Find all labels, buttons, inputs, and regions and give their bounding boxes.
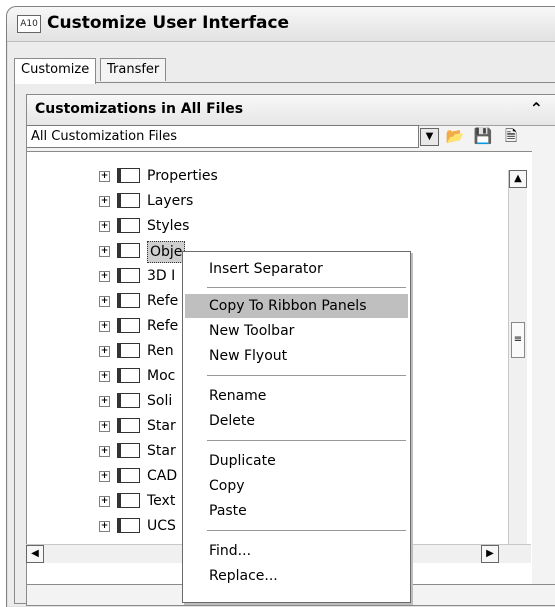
expand-icon[interactable]: + <box>99 396 110 407</box>
expand-icon[interactable]: + <box>99 296 110 307</box>
tree-item-label: CAD <box>147 468 178 484</box>
menu-item-find[interactable]: Find... <box>185 539 408 563</box>
open-folder-icon[interactable]: 📂 <box>445 127 465 145</box>
tree-item-label: Refe <box>147 318 179 334</box>
autocad-app-icon: A10 <box>17 15 41 33</box>
tree-item-label: Properties <box>147 168 218 184</box>
expand-icon[interactable]: + <box>99 346 110 357</box>
toolbar-icon <box>117 393 140 408</box>
toolbar-icon <box>117 193 140 208</box>
tree-item-label: Star <box>147 443 176 459</box>
menu-item-delete[interactable]: Delete <box>185 409 408 433</box>
load-partial-icon[interactable]: 🗎 <box>501 127 521 145</box>
expand-icon[interactable]: + <box>99 446 110 457</box>
menu-item-insert-separator[interactable]: Insert Separator <box>185 257 408 281</box>
menu-item-new-flyout[interactable]: New Flyout <box>185 344 408 368</box>
expand-icon[interactable]: + <box>99 221 110 232</box>
scroll-left-icon[interactable]: ◀ <box>26 545 44 563</box>
tree-item-label: Obje <box>147 241 186 263</box>
toolbar-icon <box>117 243 140 258</box>
menu-separator <box>207 530 406 531</box>
expand-icon[interactable]: + <box>99 321 110 332</box>
title-bar: A10 Customize User Interface <box>7 7 555 42</box>
tree-item-label: Moc <box>147 368 176 384</box>
toolbar-icon <box>117 418 140 433</box>
toolbar-icon <box>117 318 140 333</box>
menu-separator <box>207 375 406 376</box>
tree-item-label: UCS <box>147 518 176 534</box>
expand-icon[interactable]: + <box>99 371 110 382</box>
tab-customize[interactable]: Customize <box>14 58 97 84</box>
vertical-scrollbar[interactable]: ▲ ≡ ▼ <box>508 170 527 562</box>
context-menu: Insert Separator Copy To Ribbon Panels N… <box>182 251 411 603</box>
toolbar-icon <box>117 168 140 183</box>
window-title: Customize User Interface <box>47 13 290 33</box>
tree-item-label: Styles <box>147 218 190 234</box>
expand-icon[interactable]: + <box>99 171 110 182</box>
tree-item-label: Soli <box>147 393 173 409</box>
toolbar-icon <box>117 218 140 233</box>
toolbar-icon <box>117 293 140 308</box>
save-icon[interactable]: 💾 <box>473 127 493 145</box>
panel-header: Customizations in All Files ⌃ <box>27 95 555 126</box>
tab-transfer[interactable]: Transfer <box>100 58 167 81</box>
scroll-right-icon[interactable]: ▶ <box>481 545 499 563</box>
toolbar-icon <box>117 468 140 483</box>
tree-item-label: Layers <box>147 193 194 209</box>
menu-separator <box>207 287 406 288</box>
tree-item-label: 3D I <box>147 268 176 284</box>
expand-icon[interactable]: + <box>99 196 110 207</box>
expand-icon[interactable]: + <box>99 521 110 532</box>
menu-item-copy[interactable]: Copy <box>185 474 408 498</box>
expand-icon[interactable]: + <box>99 421 110 432</box>
toolbar-icon <box>117 443 140 458</box>
tree-item-label: Ren <box>147 343 174 359</box>
double-chevron-up-icon[interactable]: ⌃ <box>530 99 543 118</box>
toolbar-icon <box>117 368 140 383</box>
menu-separator <box>207 440 406 441</box>
panel-title: Customizations in All Files <box>35 101 244 117</box>
toolbar-icon <box>117 268 140 283</box>
expand-icon[interactable]: + <box>99 496 110 507</box>
menu-item-new-toolbar[interactable]: New Toolbar <box>185 319 408 343</box>
menu-item-copy-to-ribbon-panels[interactable]: Copy To Ribbon Panels <box>185 294 408 318</box>
scroll-thumb[interactable]: ≡ <box>511 322 525 358</box>
expand-icon[interactable]: + <box>99 271 110 282</box>
tree-item-label: Text <box>147 493 176 509</box>
chevron-down-icon[interactable]: ▼ <box>420 128 439 146</box>
toolbar-icon <box>117 343 140 358</box>
tree-item-label: Star <box>147 418 176 434</box>
expand-icon[interactable]: + <box>99 246 110 257</box>
menu-item-rename[interactable]: Rename <box>185 384 408 408</box>
expand-icon[interactable]: + <box>99 471 110 482</box>
menu-item-paste[interactable]: Paste <box>185 499 408 523</box>
toolbar-icon <box>117 493 140 508</box>
scroll-up-icon[interactable]: ▲ <box>509 170 527 188</box>
menu-item-duplicate[interactable]: Duplicate <box>185 449 408 473</box>
customization-files-select[interactable]: All Customization Files <box>27 125 419 148</box>
tree-item-label: Refe <box>147 293 179 309</box>
toolbar-icon <box>117 518 140 533</box>
menu-item-replace[interactable]: Replace... <box>185 564 408 588</box>
